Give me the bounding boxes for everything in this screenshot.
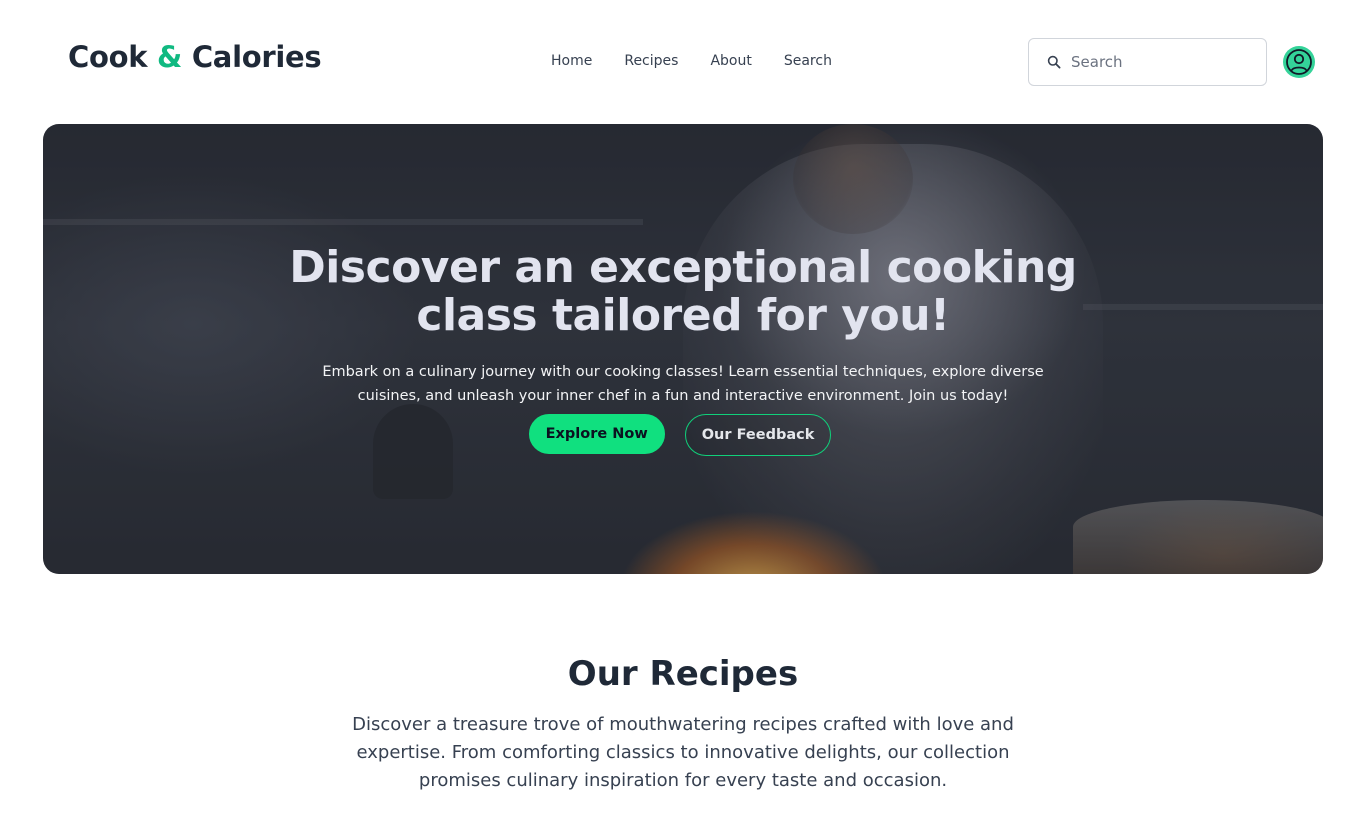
recipes-section-description: Discover a treasure trove of mouthwateri…	[352, 714, 1014, 791]
search-box[interactable]	[1028, 38, 1267, 86]
nav-link-home[interactable]: Home	[551, 53, 592, 69]
hero-content: Discover an exceptional cooking class ta…	[43, 124, 1323, 574]
nav-link-about[interactable]: About	[710, 53, 751, 69]
hero-title: Discover an exceptional cooking class ta…	[289, 242, 1077, 341]
site-header: Cook & Calories Home Recipes About Searc…	[0, 0, 1366, 124]
user-circle-icon	[1285, 48, 1313, 76]
explore-now-button[interactable]: Explore Now	[528, 414, 665, 454]
hero-banner: Discover an exceptional cooking class ta…	[43, 124, 1323, 574]
search-icon	[1047, 55, 1061, 69]
our-feedback-button[interactable]: Our Feedback	[684, 414, 832, 456]
brand-name-part1: Cook	[68, 40, 148, 74]
brand-name-part2: Calories	[191, 40, 322, 74]
main-nav: Home Recipes About Search	[551, 53, 864, 69]
user-avatar-button[interactable]	[1283, 46, 1315, 78]
brand-ampersand: &	[157, 40, 183, 74]
hero-button-group: Explore Now Our Feedback	[43, 414, 1323, 456]
brand-logo[interactable]: Cook & Calories	[68, 40, 322, 74]
hero-description: Embark on a culinary journey with our co…	[322, 364, 1044, 404]
search-input[interactable]	[1071, 53, 1251, 71]
recipes-section-title: Our Recipes	[567, 654, 799, 694]
nav-link-recipes[interactable]: Recipes	[624, 53, 678, 69]
nav-link-search[interactable]: Search	[784, 53, 832, 69]
